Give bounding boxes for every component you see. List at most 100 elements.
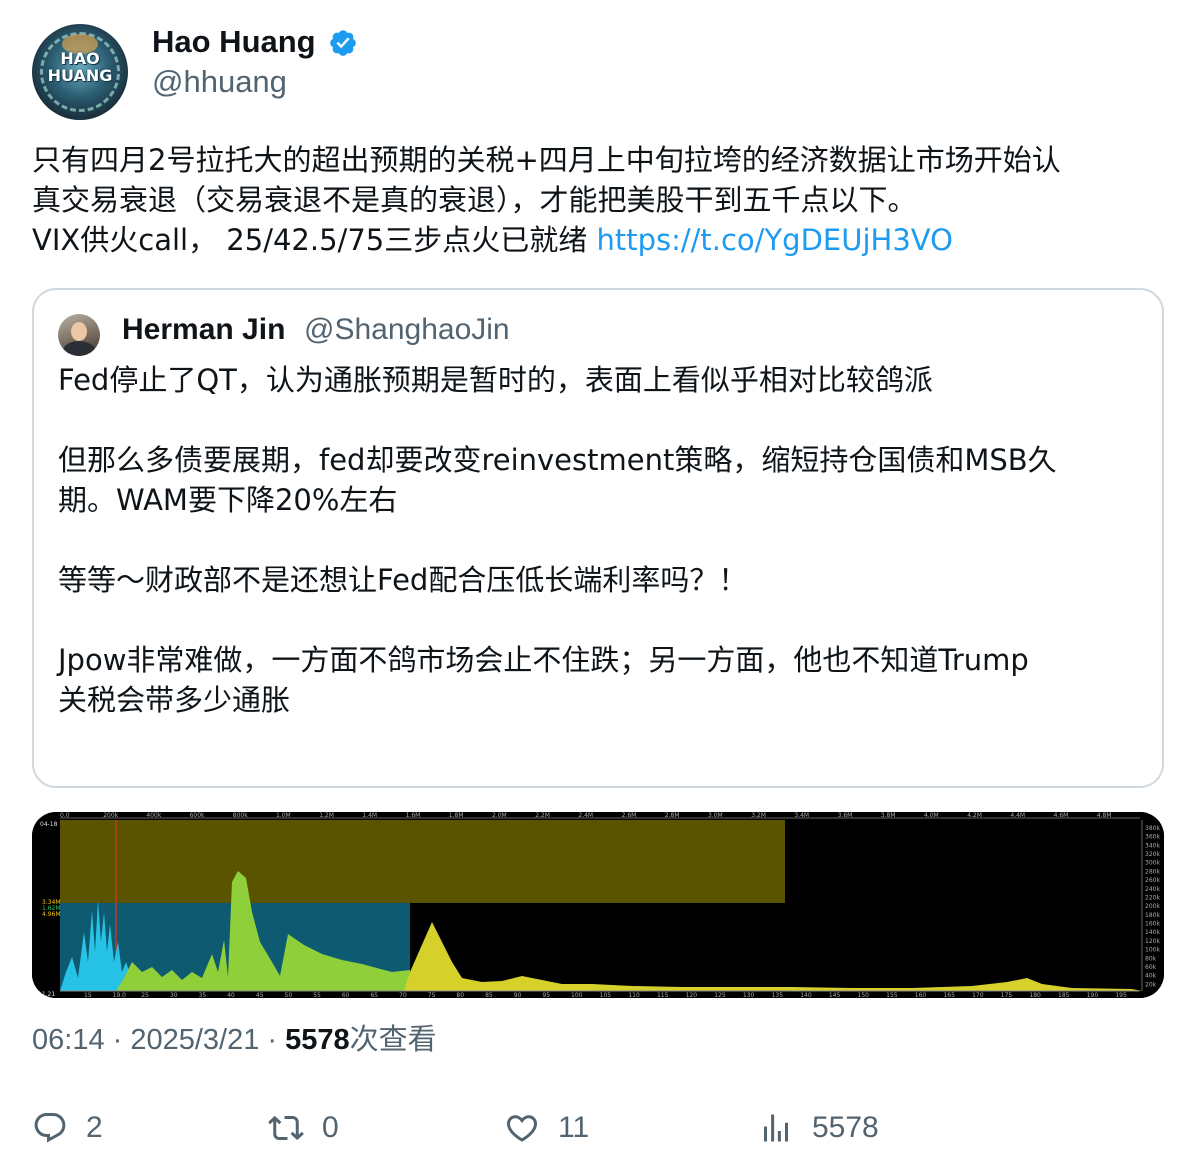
avatar-face-decoration bbox=[71, 322, 87, 341]
top-axis-tick-label: 4.6M bbox=[1054, 812, 1069, 819]
right-axis-tick-label: 360k bbox=[1145, 834, 1160, 841]
top-axis-tick-label: 4.4M bbox=[1010, 812, 1025, 819]
quoted-author-name[interactable]: Herman Jin bbox=[122, 312, 285, 348]
views-action-count: 5578 bbox=[812, 1111, 879, 1144]
like-button[interactable]: 11 bbox=[504, 1104, 589, 1152]
author-name[interactable]: Hao Huang bbox=[152, 24, 316, 60]
bottom-axis-tick-label: 190 bbox=[1087, 992, 1099, 998]
bottom-axis-tick-label: 75 bbox=[428, 992, 436, 998]
bottom-axis-tick-label: 15 bbox=[84, 992, 92, 998]
top-axis-tick-label: 3.8M bbox=[881, 812, 896, 819]
right-axis-tick-label: 380k bbox=[1145, 825, 1160, 832]
right-axis-tick-label: 300k bbox=[1145, 860, 1160, 867]
top-axis-tick-label: 1.4M bbox=[362, 812, 377, 819]
top-axis-tick-label: 3.4M bbox=[794, 812, 809, 819]
quoted-author-avatar[interactable] bbox=[58, 314, 100, 356]
chart-screenshot-image: 0.0 200k 400k 600k 800k 1.0M 1.2M 1.4M 1.6M 1.8M 2… bbox=[32, 812, 1164, 998]
right-axis-tick-label: 180k bbox=[1145, 912, 1160, 919]
bottom-axis-tick-label: 19.0 bbox=[113, 992, 127, 998]
views-label: 次查看 bbox=[349, 1024, 437, 1056]
right-axis-tick-label: 260k bbox=[1145, 877, 1160, 884]
top-axis-tick-label: 600k bbox=[190, 812, 205, 819]
tweet-text-line: 真交易衰退（交易衰退不是真的衰退），才能把美股干到五千点以下。 bbox=[32, 183, 917, 217]
top-axis-tick-label: 2.0M bbox=[492, 812, 507, 819]
action-bar: 2 0 11 5578 bbox=[32, 1104, 1164, 1152]
tweet-meta: 06:14 · 2025/3/21 · 5578次查看 bbox=[32, 1020, 437, 1060]
top-axis-tick-label: 4.0M bbox=[924, 812, 939, 819]
bottom-axis-tick-label: 55 bbox=[313, 992, 321, 998]
bottom-axis-tick-label: 165 bbox=[943, 992, 955, 998]
left-axis-value-label: 4.96M bbox=[42, 911, 61, 918]
date-label: 04-18 bbox=[40, 821, 58, 828]
top-axis-tick-label: 2.8M bbox=[665, 812, 680, 819]
tweet-header: HAO HUANG Hao Huang @hhuang bbox=[32, 22, 1162, 122]
top-axis-tick-label: 0.0 bbox=[60, 812, 70, 819]
top-axis-tick-label: 1.6M bbox=[406, 812, 421, 819]
bottom-axis-tick-label: 175 bbox=[1001, 992, 1013, 998]
top-axis-tick-label: 2.6M bbox=[622, 812, 637, 819]
bottom-axis-tick-label: 180 bbox=[1029, 992, 1041, 998]
right-axis-tick-label: 240k bbox=[1145, 886, 1160, 893]
bottom-axis-tick-label: 95 bbox=[542, 992, 550, 998]
reply-count: 2 bbox=[86, 1111, 103, 1144]
bottom-axis-tick-label: 155 bbox=[886, 992, 898, 998]
top-axis-tick-label: 800k bbox=[233, 812, 248, 819]
retweet-button[interactable]: 0 bbox=[268, 1104, 339, 1152]
bottom-axis-tick-label: 115 bbox=[657, 992, 669, 998]
bottom-axis-tick-label: 140 bbox=[800, 992, 812, 998]
tweet-media-image[interactable]: 0.0 200k 400k 600k 800k 1.0M 1.2M 1.4M 1.6M 1.8M 2… bbox=[32, 812, 1164, 998]
top-axis-tick-label: 2.2M bbox=[535, 812, 550, 819]
right-axis-tick-label: 60k bbox=[1145, 964, 1157, 971]
top-axis-tick-label: 200k bbox=[103, 812, 118, 819]
bottom-axis-tick-label: 30 bbox=[170, 992, 178, 998]
top-axis-tick-label: 1.2M bbox=[319, 812, 334, 819]
retweet-count: 0 bbox=[322, 1111, 339, 1144]
bottom-axis-tick-label: 185 bbox=[1058, 992, 1070, 998]
bottom-axis-tick-label: 85 bbox=[485, 992, 493, 998]
timestamp[interactable]: 06:14 · 2025/3/21 · bbox=[32, 1024, 285, 1056]
tweet-link[interactable]: https://t.co/YgDEUjH3VO bbox=[596, 223, 952, 257]
bottom-axis-tick-label: 130 bbox=[743, 992, 755, 998]
reply-icon bbox=[34, 1113, 66, 1143]
top-axis-tick-label: 3.0M bbox=[708, 812, 723, 819]
bottom-axis-tick-label: 90 bbox=[514, 992, 522, 998]
right-axis-tick-label: 80k bbox=[1145, 955, 1157, 962]
tweet-text-line: 只有四月2号拉托大的超出预期的关税+四月上中旬拉垮的经济数据让市场开始认 bbox=[32, 143, 1061, 177]
top-axis-tick-label: 400k bbox=[146, 812, 161, 819]
avatar-logo-text: HAO HUANG bbox=[47, 49, 113, 85]
tweet-text-line: VIX供火call， 25/42.5/75三步点火已就绪 bbox=[32, 223, 597, 257]
bottom-axis-tick-label: 50 bbox=[285, 992, 293, 998]
analytics-icon bbox=[764, 1114, 788, 1142]
right-axis-tick-label: 140k bbox=[1145, 929, 1160, 936]
top-axis-tick-label: 3.2M bbox=[751, 812, 766, 819]
author-avatar[interactable]: HAO HUANG bbox=[32, 24, 128, 120]
quoted-author-handle[interactable]: @ShanghaoJin bbox=[304, 312, 510, 348]
right-axis-tick-label: 120k bbox=[1145, 938, 1160, 945]
bottom-axis-tick-label: 65 bbox=[370, 992, 378, 998]
quoted-tweet[interactable]: Herman Jin @ShanghaoJin Fed停止了QT，认为通胀预期是… bbox=[32, 288, 1164, 788]
bottom-axis-tick-label: 135 bbox=[772, 992, 784, 998]
right-axis-tick-label: 200k bbox=[1145, 903, 1160, 910]
right-axis-tick-label: 220k bbox=[1145, 894, 1160, 901]
top-axis-tick-label: 1.0M bbox=[276, 812, 291, 819]
avatar-shoulders-decoration bbox=[63, 341, 95, 356]
bottom-axis-tick-label: 105 bbox=[600, 992, 612, 998]
bottom-axis-tick-label: 125 bbox=[714, 992, 726, 998]
bottom-axis-tick-label: 195 bbox=[1115, 992, 1127, 998]
top-axis-tick-label: 1.8M bbox=[449, 812, 464, 819]
views-button[interactable]: 5578 bbox=[758, 1104, 879, 1152]
quoted-tweet-text: Fed停止了QT，认为通胀预期是暂时的，表面上看似乎相对比较鸽派 但那么多债要展… bbox=[58, 363, 1057, 717]
price-label: $1.21 bbox=[38, 991, 55, 998]
author-handle[interactable]: @hhuang bbox=[152, 64, 287, 100]
right-axis-tick-label: 160k bbox=[1145, 921, 1160, 928]
bottom-axis-tick-label: 40 bbox=[227, 992, 235, 998]
bottom-axis-tick-label: 35 bbox=[199, 992, 207, 998]
top-axis-tick-label: 4.2M bbox=[967, 812, 982, 819]
reply-button[interactable]: 2 bbox=[32, 1104, 103, 1152]
top-axis-tick-label: 2.4M bbox=[578, 812, 593, 819]
right-axis-tick-label: 40k bbox=[1145, 973, 1157, 980]
like-count: 11 bbox=[558, 1111, 590, 1144]
right-axis-tick-label: 320k bbox=[1145, 851, 1160, 858]
tweet-text: 只有四月2号拉托大的超出预期的关税+四月上中旬拉垮的经济数据让市场开始认 真交易… bbox=[32, 140, 1172, 260]
bottom-axis-tick-label: 160 bbox=[915, 992, 927, 998]
